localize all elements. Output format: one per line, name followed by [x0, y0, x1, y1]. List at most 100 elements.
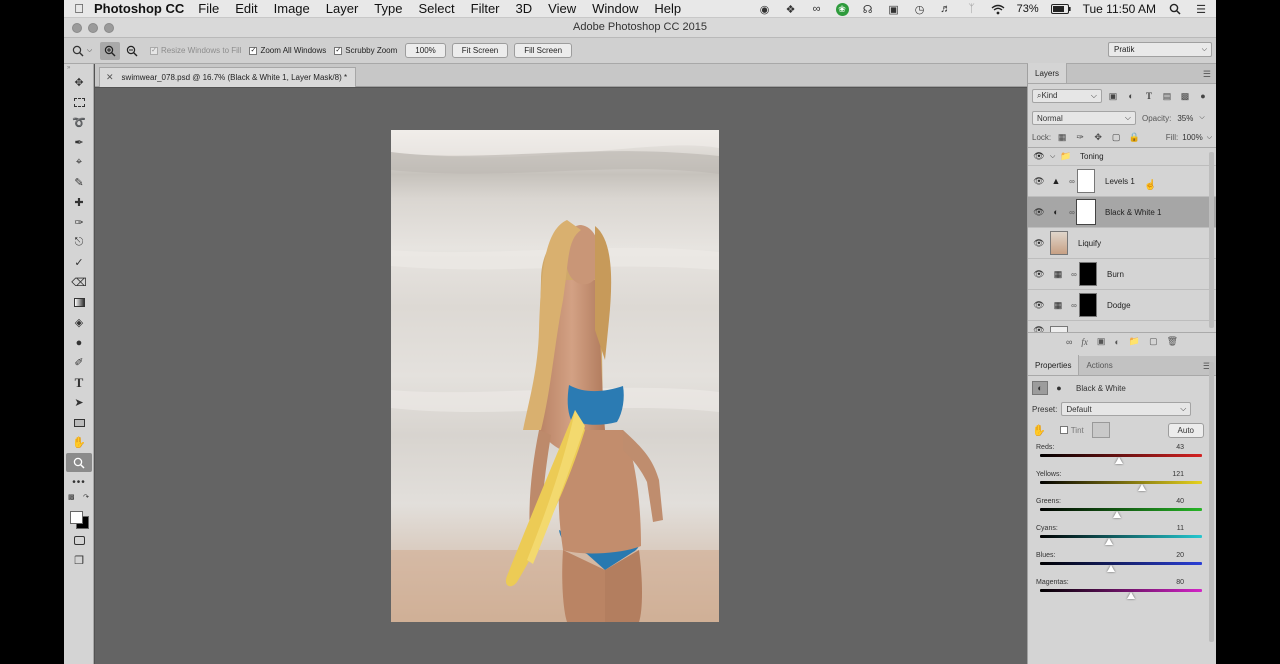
blend-mode-select[interactable]: Normal ⌵ — [1032, 111, 1136, 125]
clock[interactable]: Tue 11:50 AM — [1083, 2, 1156, 16]
layer-thumbnail[interactable] — [1050, 231, 1068, 255]
layer-row-dodge[interactable]: 👁 ▦ ∞ Dodge — [1028, 290, 1216, 321]
tab-actions[interactable]: Actions — [1079, 355, 1119, 375]
chevron-down-icon[interactable]: ⌵ — [1050, 153, 1060, 161]
layer-mask-thumbnail[interactable] — [1079, 293, 1097, 317]
menu-type[interactable]: Type — [374, 1, 402, 16]
fit-screen-button[interactable]: Fit Screen — [451, 43, 509, 58]
properties-scrollbar[interactable] — [1209, 362, 1214, 642]
slider-track[interactable] — [1040, 562, 1202, 572]
layer-row-levels[interactable]: 👁 ▲ ∞ Levels 1 ☝ — [1028, 166, 1216, 197]
menu-window[interactable]: Window — [592, 1, 638, 16]
hand-tool-icon[interactable]: ✋ — [66, 433, 92, 452]
swap-colors-icon[interactable]: ↷ — [83, 493, 89, 501]
slider-thumb[interactable] — [1126, 592, 1135, 599]
link-icon[interactable]: ∞ — [1067, 177, 1077, 186]
slider-track[interactable] — [1040, 481, 1202, 491]
visibility-eye-icon[interactable]: 👁 — [1028, 176, 1050, 187]
filter-type-icon[interactable]: T — [1142, 90, 1156, 102]
resize-windows-checkbox[interactable]: ✓ Resize Windows to Fill — [150, 46, 241, 55]
move-tool-icon[interactable]: ✥ — [66, 73, 92, 92]
app-menu[interactable]: Photoshop CC — [94, 1, 184, 16]
slider-value[interactable]: 121 — [1172, 471, 1184, 478]
slider-track[interactable] — [1040, 535, 1202, 545]
brush-tool-icon[interactable]: ✑ — [66, 213, 92, 232]
visibility-eye-icon[interactable]: 👁 — [1028, 207, 1050, 218]
visibility-eye-icon[interactable]: 👁 — [1028, 325, 1050, 332]
new-group-icon[interactable]: 📁 — [1129, 336, 1140, 347]
evernote-icon[interactable]: ❀ — [835, 2, 849, 16]
battery-icon[interactable] — [1050, 3, 1071, 15]
menu-layer[interactable]: Layer — [326, 1, 359, 16]
fill-screen-button[interactable]: Fill Screen — [514, 43, 573, 58]
filter-toggle-icon[interactable]: ● — [1196, 90, 1210, 102]
filter-pixel-icon[interactable]: ▣ — [1106, 90, 1120, 102]
slider-track[interactable] — [1040, 454, 1202, 464]
bluetooth-icon[interactable]: ᛉ — [965, 3, 979, 15]
slider-value[interactable]: 80 — [1176, 579, 1184, 586]
panel-grip[interactable]: » — [64, 64, 93, 72]
slider-thumb[interactable] — [1112, 511, 1121, 518]
eraser-tool-icon[interactable]: ⌫ — [66, 273, 92, 292]
zoom-all-windows-checkbox[interactable]: ✓ Zoom All Windows — [249, 46, 326, 55]
default-colors-icon[interactable]: ▩ — [68, 493, 75, 501]
menu-filter[interactable]: Filter — [471, 1, 500, 16]
slider-thumb[interactable] — [1107, 565, 1116, 572]
slider-cyans[interactable]: Cyans: 11 — [1028, 523, 1216, 547]
layer-mask-thumbnail[interactable] — [1076, 199, 1096, 225]
tab-layers[interactable]: Layers — [1028, 63, 1068, 83]
slider-greens[interactable]: Greens: 40 — [1028, 496, 1216, 520]
foreground-color[interactable] — [70, 511, 83, 524]
link-layers-icon[interactable]: ∞ — [1066, 337, 1072, 347]
fx-icon[interactable]: fx — [1081, 337, 1088, 347]
zoom-tool-icon[interactable] — [66, 453, 92, 472]
visibility-eye-icon[interactable]: 👁 — [1028, 269, 1050, 280]
chevron-down-icon[interactable]: ⌵ — [1199, 114, 1204, 122]
gradient-tool-icon[interactable] — [66, 293, 92, 312]
edit-toolbar-icon[interactable]: ••• — [66, 473, 92, 492]
mask-mode-icon[interactable]: ● — [1051, 381, 1067, 395]
tool-preset-picker[interactable]: ⌵ — [64, 45, 100, 57]
trash-icon[interactable]: 🗑 — [1167, 336, 1178, 347]
filter-adjustment-icon[interactable]: ◐ — [1124, 90, 1138, 102]
slider-value[interactable]: 11 — [1177, 525, 1184, 532]
layer-thumbnail[interactable] — [1050, 326, 1068, 332]
visibility-eye-icon[interactable]: 👁 — [1028, 238, 1050, 249]
new-layer-icon[interactable]: ▢ — [1149, 336, 1158, 347]
lock-artboard-icon[interactable]: ▢ — [1109, 132, 1123, 144]
menu-select[interactable]: Select — [418, 1, 454, 16]
tint-checkbox[interactable]: Tint — [1059, 426, 1084, 435]
visibility-eye-icon[interactable]: 👁 — [1028, 300, 1050, 311]
pen-tool-icon[interactable]: ✐ — [66, 353, 92, 372]
path-selection-tool-icon[interactable]: ➤ — [66, 393, 92, 412]
menu-help[interactable]: Help — [654, 1, 681, 16]
type-tool-icon[interactable]: T — [66, 373, 92, 392]
slider-value[interactable]: 20 — [1176, 552, 1184, 559]
menu-edit[interactable]: Edit — [235, 1, 257, 16]
slider-track[interactable] — [1040, 589, 1202, 599]
time-machine-icon[interactable]: ◷ — [913, 3, 927, 16]
slider-yellows[interactable]: Yellows: 121 — [1028, 469, 1216, 493]
link-icon[interactable]: ∞ — [1069, 301, 1079, 310]
slider-magentas[interactable]: Magentas: 80 — [1028, 577, 1216, 601]
dropbox-icon[interactable]: ❖ — [784, 3, 798, 16]
lock-image-icon[interactable]: ✑ — [1073, 132, 1087, 144]
slider-track[interactable] — [1040, 508, 1202, 518]
link-icon[interactable]: ∞ — [1067, 208, 1077, 217]
auto-button[interactable]: Auto — [1167, 422, 1204, 438]
close-tab-icon[interactable]: ✕ — [106, 72, 114, 83]
visibility-eye-icon[interactable]: 👁 — [1028, 151, 1050, 162]
document-tab[interactable]: ✕ swimwear_078.psd @ 16.7% (Black & Whit… — [99, 67, 357, 87]
layer-row-burn[interactable]: 👁 ▦ ∞ Burn — [1028, 259, 1216, 290]
new-adjustment-icon[interactable]: ◐ — [1114, 337, 1119, 347]
layer-group-toning[interactable]: 👁 ⌵ 📁 Toning — [1028, 148, 1216, 166]
scrubby-zoom-checkbox[interactable]: ✓ Scrubby Zoom — [334, 46, 397, 55]
notification-center-icon[interactable]: ☰ — [1194, 3, 1208, 16]
headphones-icon[interactable]: ☊ — [861, 3, 875, 16]
menu-3d[interactable]: 3D — [516, 1, 533, 16]
menu-view[interactable]: View — [548, 1, 576, 16]
layer-mask-thumbnail[interactable] — [1079, 262, 1097, 286]
panel-menu-icon[interactable]: ☰ — [1203, 69, 1211, 80]
crop-tool-icon[interactable]: ⌖ — [66, 153, 92, 172]
document-image[interactable] — [391, 130, 719, 622]
